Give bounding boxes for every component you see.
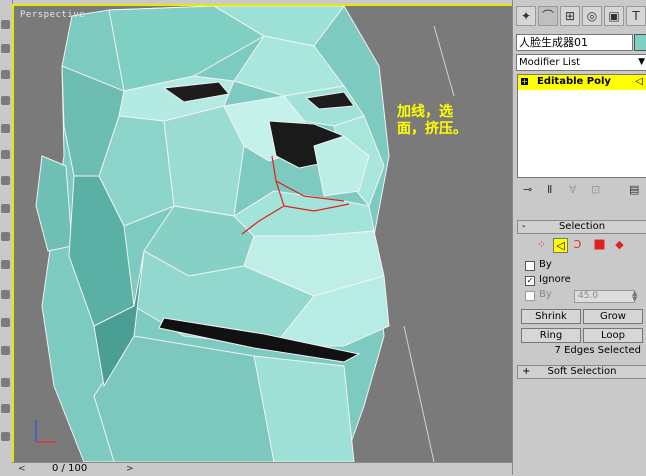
shrink-button[interactable]: Shrink [521, 309, 581, 324]
tool-icon[interactable] [1, 378, 10, 387]
configure-sets-icon[interactable]: ▤ [629, 183, 639, 196]
collapse-icon: - [522, 221, 526, 232]
vertex-icon[interactable]: ⁘ [535, 238, 548, 251]
modifier-stack: + Editable Poly ◁ [517, 74, 646, 178]
polygon-icon[interactable]: ■ [593, 238, 606, 251]
tool-icon[interactable] [1, 404, 10, 413]
edge-icon[interactable]: ◁ [553, 238, 568, 253]
element-icon[interactable]: ◆ [613, 238, 626, 251]
stack-item-label: Editable Poly [537, 76, 611, 87]
tool-icon[interactable] [1, 432, 10, 441]
motion-tab-icon[interactable]: ◎ [582, 6, 602, 26]
tool-icon[interactable] [1, 346, 10, 355]
selection-rollout-title: Selection [558, 221, 606, 232]
by-vertex-checkbox[interactable] [525, 261, 535, 271]
grow-button[interactable]: Grow [583, 309, 643, 324]
by-angle-label: By [539, 289, 552, 300]
tool-icon[interactable] [1, 20, 10, 29]
object-color-swatch[interactable] [634, 34, 646, 51]
tool-icon[interactable] [1, 150, 10, 159]
edge-subobject-icon: ◁ [635, 76, 643, 87]
by-vertex-label: By [539, 259, 552, 270]
tool-icon[interactable] [1, 124, 10, 133]
annotation-text: 加线，选 面，挤压。 [397, 104, 467, 138]
pin-stack-icon[interactable]: ⊸ [523, 183, 532, 196]
command-panel: ✦ ⌒ ⊞ ◎ ▣ T 人脸生成器01 Modifier List ▼ + Ed… [512, 0, 646, 475]
loop-button[interactable]: Loop [583, 328, 643, 343]
display-tab-icon[interactable]: ▣ [604, 6, 624, 26]
chevron-down-icon: ▼ [638, 57, 645, 67]
expand-icon: + [522, 366, 531, 377]
perspective-viewport[interactable]: Perspective 加线，选 面，挤压。 [12, 4, 514, 464]
viewport-label[interactable]: Perspective [20, 10, 85, 20]
prev-frame-icon[interactable]: < [18, 464, 26, 474]
ring-button[interactable]: Ring [521, 328, 581, 343]
tool-icon[interactable] [1, 176, 10, 185]
border-icon[interactable]: Ↄ [571, 238, 584, 251]
make-unique-icon[interactable]: ∀ [569, 183, 577, 196]
ignore-backfacing-label: Ignore [539, 274, 571, 285]
tool-icon[interactable] [1, 318, 10, 327]
modifier-list-label: Modifier List [519, 57, 581, 68]
show-end-result-icon[interactable]: Ⅱ [547, 183, 552, 196]
by-angle-checkbox[interactable] [525, 291, 535, 301]
next-frame-icon[interactable]: > [126, 464, 134, 474]
object-name-field[interactable]: 人脸生成器01 [516, 34, 633, 51]
ignore-backfacing-checkbox[interactable]: ✓ [525, 276, 535, 286]
tool-icon[interactable] [1, 70, 10, 79]
frame-counter: 0 / 100 [52, 463, 88, 474]
spinner-arrows-icon[interactable]: ▲ ▼ [632, 290, 637, 303]
remove-modifier-icon[interactable]: ⊡ [591, 183, 600, 196]
face-mesh [35, 6, 455, 462]
utilities-tab-icon[interactable]: T [626, 6, 646, 26]
modify-tab-icon[interactable]: ⌒ [538, 6, 558, 26]
hierarchy-tab-icon[interactable]: ⊞ [560, 6, 580, 26]
tool-icon[interactable] [1, 232, 10, 241]
angle-spinner[interactable]: 45.0 [574, 290, 635, 303]
stack-toolbar: ⊸ Ⅱ ∀ ⊡ ▤ [517, 180, 645, 200]
tool-icon[interactable] [1, 96, 10, 105]
create-tab-icon[interactable]: ✦ [516, 6, 536, 26]
time-slider[interactable]: < 0 / 100 > [12, 462, 512, 476]
tool-icon[interactable] [1, 44, 10, 53]
soft-selection-rollout-header[interactable]: + Soft Selection [517, 365, 646, 379]
tool-icon[interactable] [1, 290, 10, 299]
annotation-line-1: 加线，选 [397, 104, 453, 120]
tool-icon[interactable] [1, 260, 10, 269]
modifier-list-dropdown[interactable]: Modifier List ▼ [516, 54, 646, 71]
selection-status: 7 Edges Selected [554, 345, 641, 356]
annotation-line-2: 面，挤压。 [397, 121, 467, 137]
stack-item-editable-poly[interactable]: + Editable Poly ◁ [518, 75, 646, 90]
tool-icon[interactable] [1, 204, 10, 213]
selection-rollout-header[interactable]: - Selection [517, 220, 646, 234]
expand-icon[interactable]: + [521, 78, 528, 86]
soft-selection-rollout-title: Soft Selection [547, 366, 617, 377]
